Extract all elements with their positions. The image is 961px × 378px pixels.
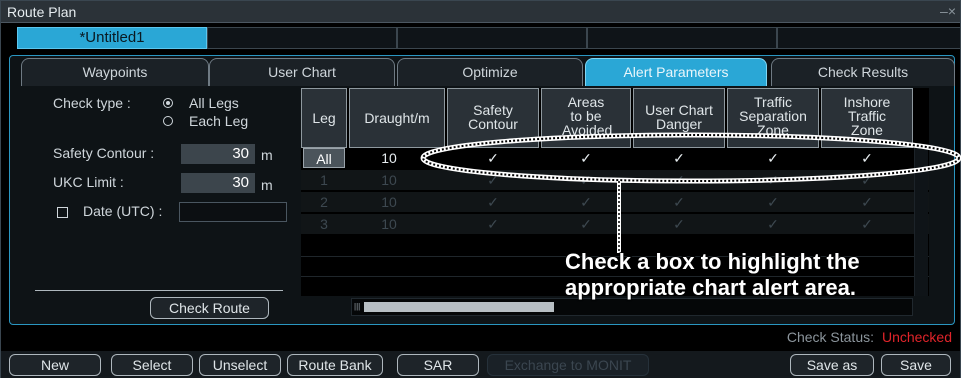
route-plan-window: Route Plan –× *Untitled1 Waypoints User …: [0, 0, 961, 378]
callout-text: Check a box to highlight the appropriate…: [564, 248, 860, 300]
callout-overlay: [420, 132, 961, 253]
